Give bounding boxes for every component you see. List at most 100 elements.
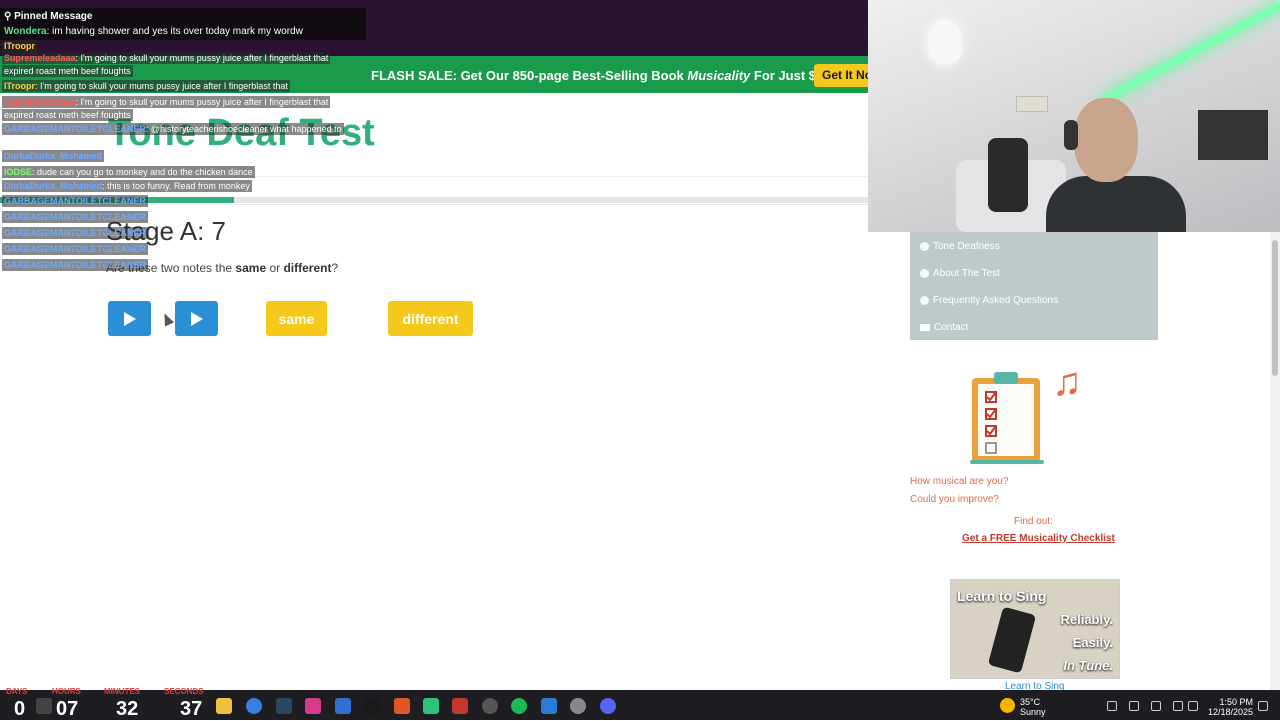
chat-text: expired roast meth beef foughts bbox=[4, 66, 131, 76]
promo-text-2: Could you improve? bbox=[910, 494, 999, 505]
display-icon[interactable] bbox=[1173, 701, 1183, 711]
chat-username: GARBAGEMANTOILETCLEANER bbox=[4, 212, 146, 222]
sidebar-item-tone-deafness[interactable]: Tone Deafness bbox=[920, 241, 1000, 252]
sidebar-item-faq[interactable]: Frequently Asked Questions bbox=[920, 295, 1058, 306]
countdown-value: 32 bbox=[116, 698, 139, 720]
play-icon bbox=[190, 311, 203, 326]
chat-message: GARBAGEMANTOILETCLEANER bbox=[2, 243, 148, 255]
chat-username: DurkaDurka_Mohamed bbox=[4, 151, 103, 161]
ad-line: In Tune. bbox=[1063, 658, 1113, 673]
sun-icon[interactable] bbox=[1000, 698, 1015, 713]
led-strip bbox=[1100, 0, 1280, 104]
sidebar-item-label: Contact bbox=[934, 322, 969, 333]
app-icon[interactable] bbox=[452, 698, 468, 714]
system-clock[interactable]: 1:50 PM 12/18/2025 bbox=[1208, 697, 1253, 717]
flash-prefix: FLASH SALE: bbox=[371, 68, 457, 83]
learn-to-sing-ad[interactable]: Learn to Sing Reliably. Easily. In Tune. bbox=[950, 579, 1120, 679]
app-icon[interactable] bbox=[335, 698, 351, 714]
chat-message: expired roast meth beef foughts bbox=[2, 65, 133, 77]
file-explorer-icon[interactable] bbox=[216, 698, 232, 714]
weather-widget[interactable]: 35°C Sunny bbox=[1020, 697, 1046, 717]
chat-message: GARBAGEMANTOILETCLEANER: @historyteacher… bbox=[2, 123, 344, 135]
microphone-tray-icon[interactable] bbox=[1151, 701, 1161, 711]
chat-username: ITroopr bbox=[4, 81, 35, 91]
countdown-value: 0 bbox=[14, 698, 26, 720]
pinned-header: ⚲ Pinned Message bbox=[4, 11, 92, 22]
chat-text: : I'm going to skull your mums pussy jui… bbox=[75, 97, 329, 107]
play-icon bbox=[123, 311, 136, 326]
sidebar-item-label: About The Test bbox=[933, 268, 1000, 279]
discord-icon[interactable] bbox=[600, 698, 616, 714]
chat-message: GARBAGEMANTOILETCLEANER bbox=[2, 195, 148, 207]
settings-icon[interactable] bbox=[570, 698, 586, 714]
chevron-up-icon[interactable] bbox=[1107, 701, 1117, 711]
microphone-icon bbox=[988, 138, 1028, 212]
checklist-clipboard-icon[interactable] bbox=[970, 368, 1044, 464]
obs-icon[interactable] bbox=[482, 698, 498, 714]
instagram-icon[interactable] bbox=[305, 698, 321, 714]
pinned-message: ⚲ Pinned Message Wondera: im having show… bbox=[0, 8, 366, 40]
chat-text: expired roast meth beef foughts bbox=[4, 110, 131, 120]
same-button[interactable]: same bbox=[266, 301, 327, 336]
chat-message: GARBAGEMANTOILETCLEANER bbox=[2, 259, 148, 271]
chat-username: Supremeleadaaa bbox=[4, 97, 76, 107]
ceiling-vent bbox=[1016, 96, 1048, 112]
info-icon bbox=[920, 269, 929, 278]
free-checklist-link[interactable]: Get a FREE Musicality Checklist bbox=[962, 533, 1115, 544]
chrome-icon[interactable] bbox=[246, 698, 262, 714]
spotify-icon[interactable] bbox=[511, 698, 527, 714]
sidebar-item-label: Tone Deafness bbox=[933, 241, 1000, 252]
chat-username: GARBAGEMANTOILETCLEANER bbox=[4, 124, 146, 134]
chat-message: ITroopr: I'm going to skull your mums pu… bbox=[2, 80, 290, 92]
flash-sale-text[interactable]: FLASH SALE: Get Our 850-page Best-Sellin… bbox=[371, 68, 869, 83]
sidebar-item-label: Frequently Asked Questions bbox=[933, 295, 1059, 306]
mail-icon[interactable] bbox=[541, 698, 557, 714]
chat-username: DurkaDurka_Mohamed bbox=[4, 181, 103, 191]
pinned-body: Wondera: im having shower and yes its ov… bbox=[4, 26, 303, 37]
page-scrollbar[interactable] bbox=[1270, 232, 1280, 690]
terminal-icon[interactable] bbox=[364, 698, 380, 714]
app-icon[interactable] bbox=[423, 698, 439, 714]
ad-line: Reliably. bbox=[1060, 612, 1113, 627]
scrollbar-thumb[interactable] bbox=[1272, 240, 1278, 376]
streamer-face bbox=[1074, 98, 1138, 182]
question-icon bbox=[920, 296, 929, 305]
chat-message: expired roast meth beef foughts bbox=[2, 109, 133, 121]
countdown-timer: DAYS 0 HOURS 07 MINUTES 32 SECONDS 37 bbox=[0, 684, 214, 720]
notification-icon[interactable] bbox=[1258, 701, 1268, 711]
countdown-label: SECONDS bbox=[164, 687, 204, 696]
phone-image bbox=[987, 606, 1037, 674]
pinned-username: Wondera bbox=[4, 26, 47, 37]
chat-username: GARBAGEMANTOILETCLEANER bbox=[4, 196, 146, 206]
flash-text-a: Get Our 850-page Best-Selling Book bbox=[456, 68, 688, 83]
site-url: tonedeaftest.com bbox=[98, 38, 168, 48]
chat-text: : I'm going to skull your mums pussy jui… bbox=[75, 53, 329, 63]
countdown-value: 37 bbox=[180, 698, 203, 720]
search-icon[interactable] bbox=[36, 698, 52, 714]
chat-text: : I'm going to skull your mums pussy jui… bbox=[35, 81, 288, 91]
network-icon[interactable] bbox=[1129, 701, 1139, 711]
play-note-2-button[interactable] bbox=[175, 301, 218, 336]
chat-message: GARBAGEMANTOILETCLEANER bbox=[2, 227, 148, 239]
webcam-feed bbox=[868, 0, 1280, 232]
chat-username: Supremeleadaaa bbox=[4, 53, 76, 63]
chandelier-icon bbox=[928, 20, 962, 64]
sidebar-item-about[interactable]: About The Test bbox=[920, 268, 1000, 279]
keyboard-instrument bbox=[1198, 110, 1268, 160]
chat-text: : @historyteacherishoecleaner what happe… bbox=[145, 124, 342, 134]
volume-icon[interactable] bbox=[1188, 701, 1198, 711]
countdown-label: HOURS bbox=[52, 687, 81, 696]
chat-message: ITroopr bbox=[2, 40, 37, 52]
different-button[interactable]: different bbox=[388, 301, 473, 336]
steam-icon[interactable] bbox=[276, 698, 292, 714]
app-active-icon[interactable] bbox=[394, 698, 410, 714]
chat-message: DurkaDurka_Mohamed bbox=[2, 150, 105, 162]
get-it-now-button[interactable]: Get It No bbox=[814, 64, 874, 87]
promo-text-1: How musical are you? bbox=[910, 476, 1009, 487]
play-note-1-button[interactable] bbox=[108, 301, 151, 336]
chat-message: Supremeleadaaa: I'm going to skull your … bbox=[2, 52, 331, 64]
sidebar-item-contact[interactable]: Contact bbox=[920, 322, 968, 333]
chat-username: GARBAGEMANTOILETCLEANER bbox=[4, 260, 146, 270]
stream-chat-overlay: ⚲ Pinned Message Wondera: im having show… bbox=[0, 0, 366, 280]
pinned-header-label: Pinned Message bbox=[14, 11, 93, 22]
